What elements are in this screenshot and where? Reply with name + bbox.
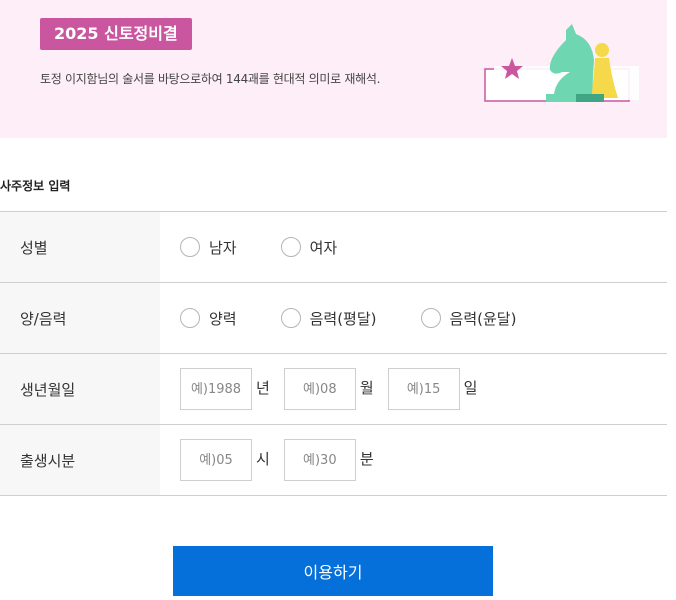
radio-circle-icon[interactable] xyxy=(280,237,301,257)
radio-circle-icon[interactable] xyxy=(180,308,200,328)
radio-male[interactable]: 남자 xyxy=(180,237,237,258)
hour-unit: 시 xyxy=(256,449,270,468)
radio-solar[interactable]: 양력 xyxy=(180,308,237,329)
birthdate-label: 생년월일 xyxy=(0,354,160,424)
chess-knight-illustration-icon xyxy=(484,24,639,102)
birth-day-input[interactable] xyxy=(387,368,460,410)
radio-lunar-normal-label: 음력(평달) xyxy=(309,309,377,328)
radio-female-label: 여자 xyxy=(309,238,338,257)
section-title: 사주정보 입력 xyxy=(0,179,71,193)
radio-circle-icon[interactable] xyxy=(180,237,200,257)
radio-lunar-normal[interactable]: 음력(평달) xyxy=(280,308,377,329)
year-unit: 년 xyxy=(256,378,270,397)
radio-circle-icon[interactable] xyxy=(280,308,301,328)
submit-button[interactable]: 이용하기 xyxy=(173,546,493,596)
saju-form: 성별 남자 여자 양/음력 양력 음력(평달) 음력(윤달) 생년월일 예)19… xyxy=(0,211,667,496)
radio-circle-icon[interactable] xyxy=(420,308,441,328)
calendar-row: 양/음력 양력 음력(평달) 음력(윤달) xyxy=(0,283,667,354)
radio-male-label: 남자 xyxy=(209,238,237,257)
birthdate-row: 생년월일 년 월 일 xyxy=(0,354,667,425)
month-unit: 월 xyxy=(359,378,374,397)
day-unit: 일 xyxy=(463,378,478,397)
gender-row: 성별 남자 여자 xyxy=(0,212,667,283)
radio-lunar-leap-label: 음력(윤달) xyxy=(449,309,517,328)
radio-solar-label: 양력 xyxy=(209,309,237,328)
calendar-label: 양/음력 xyxy=(0,283,160,353)
birth-month-input[interactable] xyxy=(283,368,356,410)
banner-badge: 2025 신토정비결 xyxy=(40,18,192,50)
radio-female[interactable]: 여자 xyxy=(280,237,338,258)
gender-label: 성별 xyxy=(0,212,160,282)
birthtime-label: 출생시분 xyxy=(0,425,160,495)
birthtime-row: 출생시분 시 분 xyxy=(0,425,667,496)
birth-year-input[interactable] xyxy=(180,368,252,410)
birth-minute-input[interactable] xyxy=(283,439,356,481)
radio-lunar-leap[interactable]: 음력(윤달) xyxy=(420,308,517,329)
minute-unit: 분 xyxy=(359,449,374,468)
banner-subtitle: 토정 이지함님의 술서를 바탕으로하여 144괘를 현대적 의미로 재해석. xyxy=(40,72,381,86)
birth-hour-input[interactable] xyxy=(180,439,252,481)
banner: 2025 신토정비결 토정 이지함님의 술서를 바탕으로하여 144괘를 현대적… xyxy=(0,0,667,138)
